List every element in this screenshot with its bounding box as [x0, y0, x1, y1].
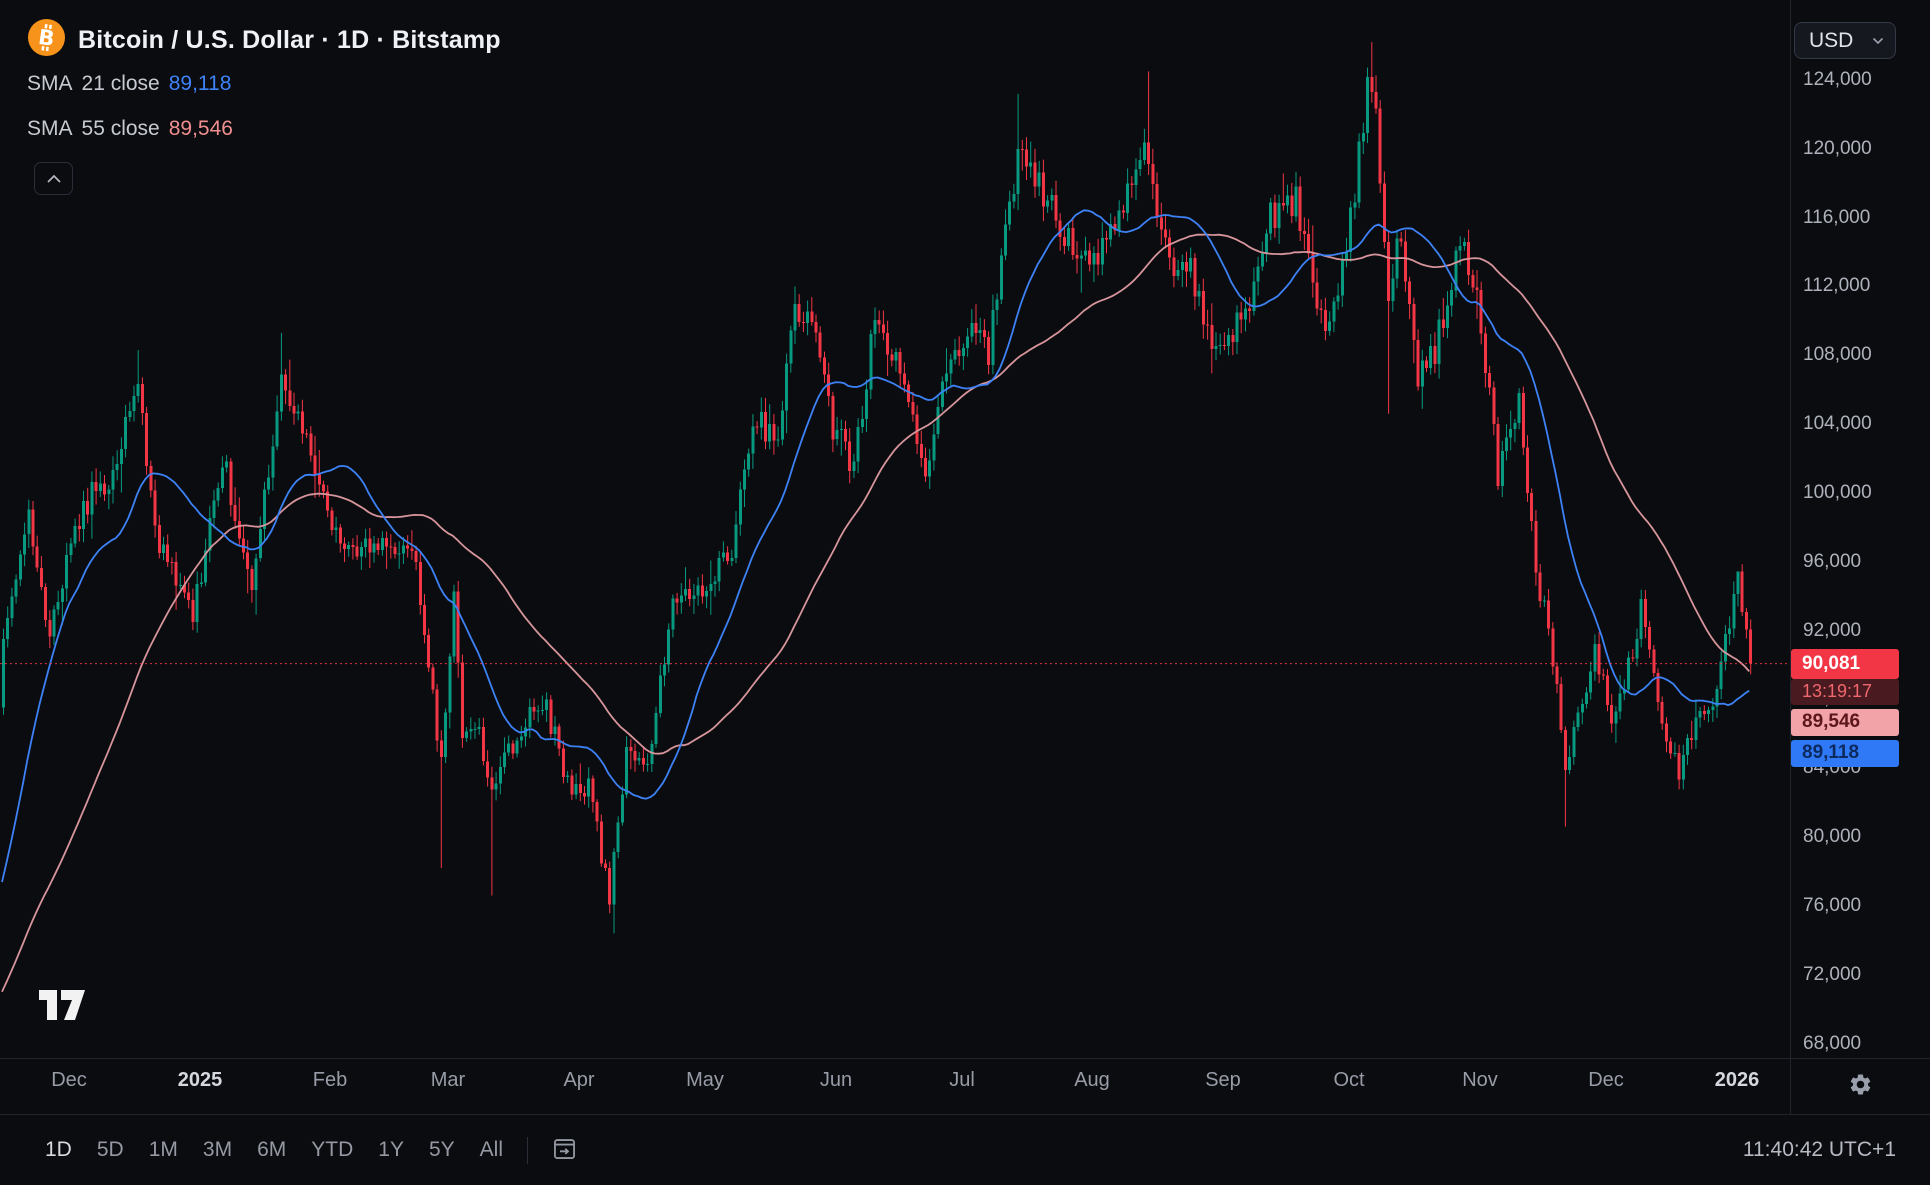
time-tick-label-feb: Feb [285, 1069, 375, 1092]
time-tick-label-oct: Oct [1304, 1069, 1394, 1092]
time-tick-label-sep: Sep [1178, 1069, 1268, 1092]
clock-utc[interactable]: 11:40:42 UTC+1 [1743, 1138, 1896, 1162]
tradingview-chart-window: B Bitcoin / U.S. Dollar · 1D · Bitstamp … [0, 0, 1930, 1185]
symbol-title[interactable]: Bitcoin / U.S. Dollar · 1D · Bitstamp [78, 26, 501, 55]
time-tick-label-jun: Jun [791, 1069, 881, 1092]
price-tick-label: 68,000 [1803, 1033, 1861, 1055]
sma-55-line[interactable] [2, 235, 1749, 992]
range-button-5d[interactable]: 5D [86, 1131, 135, 1169]
time-tick-label-2026: 2026 [1692, 1069, 1782, 1092]
time-tick-label-nov: Nov [1435, 1069, 1525, 1092]
price-tick-label: 100,000 [1803, 482, 1872, 504]
price-tick-label: 108,000 [1803, 344, 1872, 366]
indicator-legend-sma55[interactable]: SMA 55 close 89,546 [27, 117, 233, 141]
time-tick-label-apr: Apr [534, 1069, 624, 1092]
indicator-name: SMA [27, 117, 73, 141]
price-tick-label: 104,000 [1803, 413, 1872, 435]
collapse-legend-button[interactable] [34, 162, 73, 195]
price-tick-label: 112,000 [1803, 275, 1870, 297]
price-tick-label: 124,000 [1803, 69, 1872, 91]
time-tick-label-mar: Mar [403, 1069, 493, 1092]
bar-countdown-label: 13:19:17 [1791, 679, 1899, 705]
sma21-price-label: 89,118 [1791, 740, 1899, 767]
bitcoin-icon: B [28, 19, 65, 61]
range-button-6m[interactable]: 6M [246, 1131, 297, 1169]
indicator-params: 21 close [82, 72, 160, 96]
time-tick-label-aug: Aug [1047, 1069, 1137, 1092]
currency-selector-value: USD [1809, 29, 1853, 53]
indicator-legend-sma21[interactable]: SMA 21 close 89,118 [27, 72, 231, 96]
date-range-buttons: 1D5D1M3M6MYTD1Y5YAll [34, 1131, 514, 1169]
symbol-header: B Bitcoin / U.S. Dollar · 1D · Bitstamp [28, 19, 501, 61]
time-tick-label-may: May [660, 1069, 750, 1092]
toolbar-separator [527, 1137, 528, 1164]
price-tick-label: 80,000 [1803, 826, 1861, 848]
range-button-ytd[interactable]: YTD [300, 1131, 364, 1169]
range-button-1d[interactable]: 1D [34, 1131, 83, 1169]
time-tick-label-2025: 2025 [155, 1069, 245, 1092]
range-button-1y[interactable]: 1Y [367, 1131, 415, 1169]
price-axis[interactable]: 90,081 13:19:17 89,546 89,118 124,000 120… [1791, 0, 1930, 1058]
price-tick-label: 76,000 [1803, 895, 1861, 917]
indicator-value-sma55: 89,546 [169, 117, 233, 141]
candle-bodies-layer [2, 77, 1752, 905]
go-to-date-button[interactable] [547, 1131, 582, 1169]
range-button-all[interactable]: All [469, 1131, 514, 1169]
time-tick-label-dec: Dec [1561, 1069, 1651, 1092]
price-tick-label: 72,000 [1803, 964, 1861, 986]
candle-wicks-layer [4, 42, 1751, 933]
price-tick-label: 120,000 [1803, 138, 1872, 160]
currency-selector[interactable]: USD [1794, 22, 1896, 59]
price-tick-label: 92,000 [1803, 620, 1861, 642]
go-to-date-icon [551, 1135, 578, 1162]
time-tick-label-jul: Jul [917, 1069, 1007, 1092]
range-button-1m[interactable]: 1M [138, 1131, 189, 1169]
range-button-3m[interactable]: 3M [192, 1131, 243, 1169]
indicator-name: SMA [27, 72, 73, 96]
range-button-5y[interactable]: 5Y [418, 1131, 466, 1169]
axis-settings-gear-icon[interactable] [1848, 1072, 1873, 1102]
indicator-value-sma21: 89,118 [169, 72, 232, 96]
time-tick-label-dec: Dec [24, 1069, 114, 1092]
sma55-price-label: 89,546 [1791, 709, 1899, 736]
last-price-label: 90,081 [1791, 649, 1899, 679]
chevron-up-icon [46, 174, 62, 184]
price-chart-canvas[interactable] [0, 0, 1790, 1058]
indicator-params: 55 close [82, 117, 160, 141]
time-axis[interactable]: Dec 2025 Feb Mar Apr May Jun Jul Aug Sep Oct Nov Dec… [0, 1059, 1930, 1114]
bottom-toolbar: 1D5D1M3M6MYTD1Y5YAll 11:40:42 UTC+1 [0, 1115, 1930, 1185]
chevron-down-icon [1872, 37, 1884, 45]
tradingview-logo[interactable] [37, 988, 89, 1027]
price-tick-label: 116,000 [1803, 207, 1870, 229]
sma-21-line[interactable] [2, 210, 1749, 882]
price-tick-label: 96,000 [1803, 551, 1861, 573]
